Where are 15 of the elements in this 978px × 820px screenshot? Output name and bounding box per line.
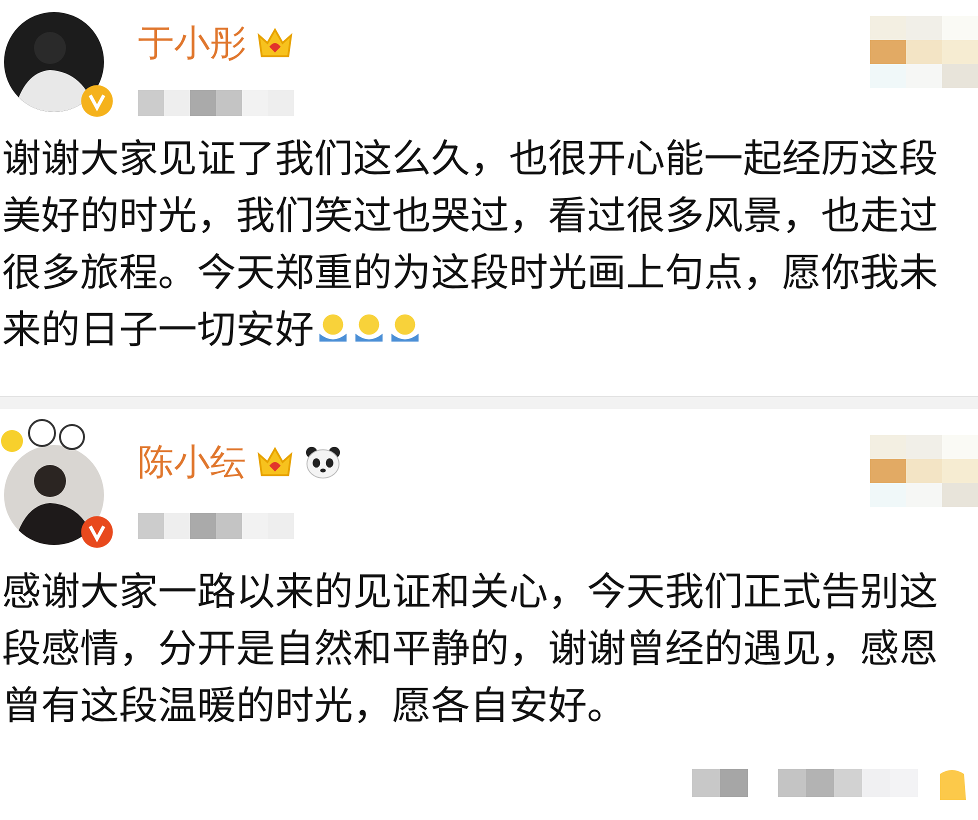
panda-icon — [304, 445, 342, 479]
crown-icon — [256, 26, 294, 60]
post-text-line: 谢谢大家见证了我们这么久，也很开心能一起经历这段 — [2, 128, 938, 185]
avatar[interactable] — [4, 445, 104, 545]
verified-badge-icon — [80, 515, 114, 549]
post-text-line: 美好的时光，我们笑过也哭过，看过很多风景，也走过 — [2, 185, 938, 242]
post-text-line: 段感情，分开是自然和平静的，谢谢曾经的遇见，感恩 — [2, 618, 938, 675]
crown-icon — [256, 445, 294, 479]
post-text-line: 曾有这段温暖的时光，愿各自安好。 — [2, 675, 626, 732]
author-name[interactable]: 于小彤 — [138, 18, 246, 68]
author-name[interactable]: 陈小纭 — [138, 438, 246, 486]
post-text-line: 感谢大家一路以来的见证和关心，今天我们正式告别这 — [2, 561, 938, 618]
post-text-line: 来的日子一切安好 — [2, 299, 314, 356]
verified-badge-icon — [80, 84, 114, 118]
post-text-line: 很多旅程。今天郑重的为这段时光画上句点，愿你我未 — [2, 242, 938, 299]
